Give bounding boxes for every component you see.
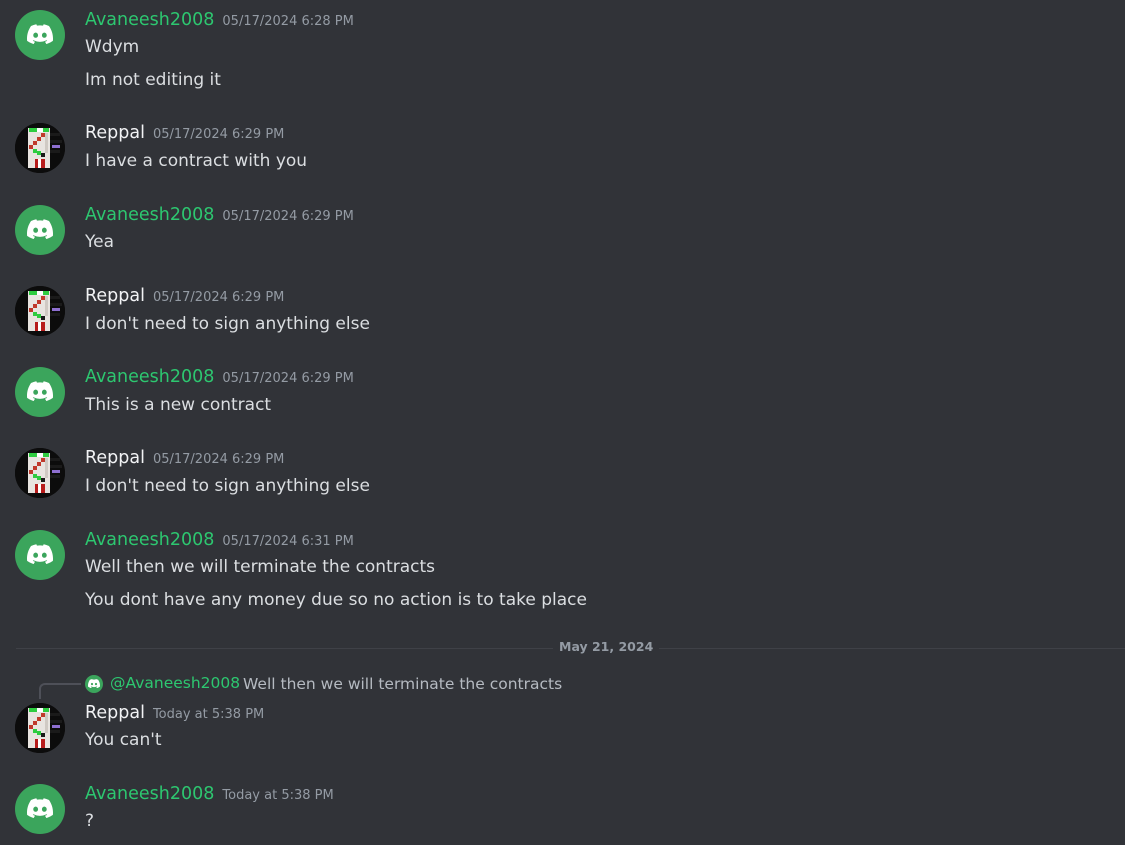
avatar[interactable]	[15, 703, 65, 753]
date-divider-label: May 21, 2024	[553, 639, 660, 654]
message-header: Reppal 05/17/2024 6:29 PM	[85, 448, 284, 472]
reply-preview-text[interactable]: Well then we will terminate the contract…	[243, 675, 562, 693]
message-content: Wdym	[85, 37, 140, 57]
message-content: I don't need to sign anything else	[85, 314, 370, 334]
avatar[interactable]	[15, 448, 65, 498]
author-name[interactable]: Avaneesh2008	[85, 205, 214, 225]
message-header: Reppal 05/17/2024 6:29 PM	[85, 286, 284, 310]
timestamp: 05/17/2024 6:31 PM	[222, 534, 354, 549]
avatar[interactable]	[15, 784, 65, 834]
message-content: Im not editing it	[85, 70, 221, 90]
timestamp: Today at 5:38 PM	[152, 707, 265, 722]
reply-avatar[interactable]	[85, 675, 103, 693]
author-name[interactable]: Avaneesh2008	[85, 367, 214, 387]
discord-logo-icon	[27, 798, 53, 818]
avatar[interactable]	[15, 123, 65, 173]
avatar[interactable]	[15, 367, 65, 417]
timestamp: 05/17/2024 6:29 PM	[152, 127, 285, 142]
timestamp: 05/17/2024 6:29 PM	[222, 371, 354, 386]
chat-log: Avaneesh2008 05/17/2024 6:28 PM Wdym Im n…	[0, 0, 1125, 845]
discord-logo-icon	[27, 544, 53, 564]
timestamp: 05/17/2024 6:29 PM	[152, 452, 285, 467]
message-content: ?	[85, 811, 95, 831]
pixel-art-avatar	[15, 703, 65, 753]
message-header: Avaneesh2008 Today at 5:38 PM	[85, 784, 334, 808]
message-content: You can't	[85, 730, 162, 750]
message-header: Reppal Today at 5:38 PM	[85, 703, 264, 727]
timestamp: 05/17/2024 6:29 PM	[152, 290, 285, 305]
timestamp: Today at 5:38 PM	[222, 788, 334, 803]
avatar[interactable]	[15, 205, 65, 255]
discord-logo-icon	[27, 381, 53, 401]
author-name[interactable]: Reppal	[85, 703, 145, 723]
author-name[interactable]: Avaneesh2008	[85, 784, 214, 804]
message-content: This is a new contract	[85, 395, 272, 415]
pixel-art-avatar	[15, 286, 65, 336]
author-name[interactable]: Avaneesh2008	[85, 530, 214, 550]
author-name[interactable]: Reppal	[85, 286, 145, 306]
message-header: Avaneesh2008 05/17/2024 6:28 PM	[85, 10, 354, 34]
message-content: I don't need to sign anything else	[85, 476, 370, 496]
discord-logo-icon	[88, 679, 100, 688]
message-content: You dont have any money due so no action…	[85, 590, 587, 610]
reply-spine	[39, 683, 81, 699]
author-name[interactable]: Reppal	[85, 123, 145, 143]
author-name[interactable]: Avaneesh2008	[85, 10, 214, 30]
discord-logo-icon	[27, 219, 53, 239]
timestamp: 05/17/2024 6:28 PM	[222, 14, 354, 29]
message-header: Avaneesh2008 05/17/2024 6:29 PM	[85, 367, 354, 391]
pixel-art-avatar	[15, 448, 65, 498]
pixel-art-avatar	[15, 123, 65, 173]
message-header: Avaneesh2008 05/17/2024 6:31 PM	[85, 530, 354, 554]
message-content: Well then we will terminate the contract…	[85, 557, 436, 577]
message-content: Yea	[85, 232, 115, 252]
message-content: I have a contract with you	[85, 151, 308, 171]
reply-mention[interactable]: @Avaneesh2008	[110, 674, 240, 692]
avatar[interactable]	[15, 10, 65, 60]
avatar[interactable]	[15, 530, 65, 580]
avatar[interactable]	[15, 286, 65, 336]
author-name[interactable]: Reppal	[85, 448, 145, 468]
discord-logo-icon	[27, 24, 53, 44]
message-header: Reppal 05/17/2024 6:29 PM	[85, 123, 284, 147]
message-header: Avaneesh2008 05/17/2024 6:29 PM	[85, 205, 354, 229]
timestamp: 05/17/2024 6:29 PM	[222, 209, 354, 224]
